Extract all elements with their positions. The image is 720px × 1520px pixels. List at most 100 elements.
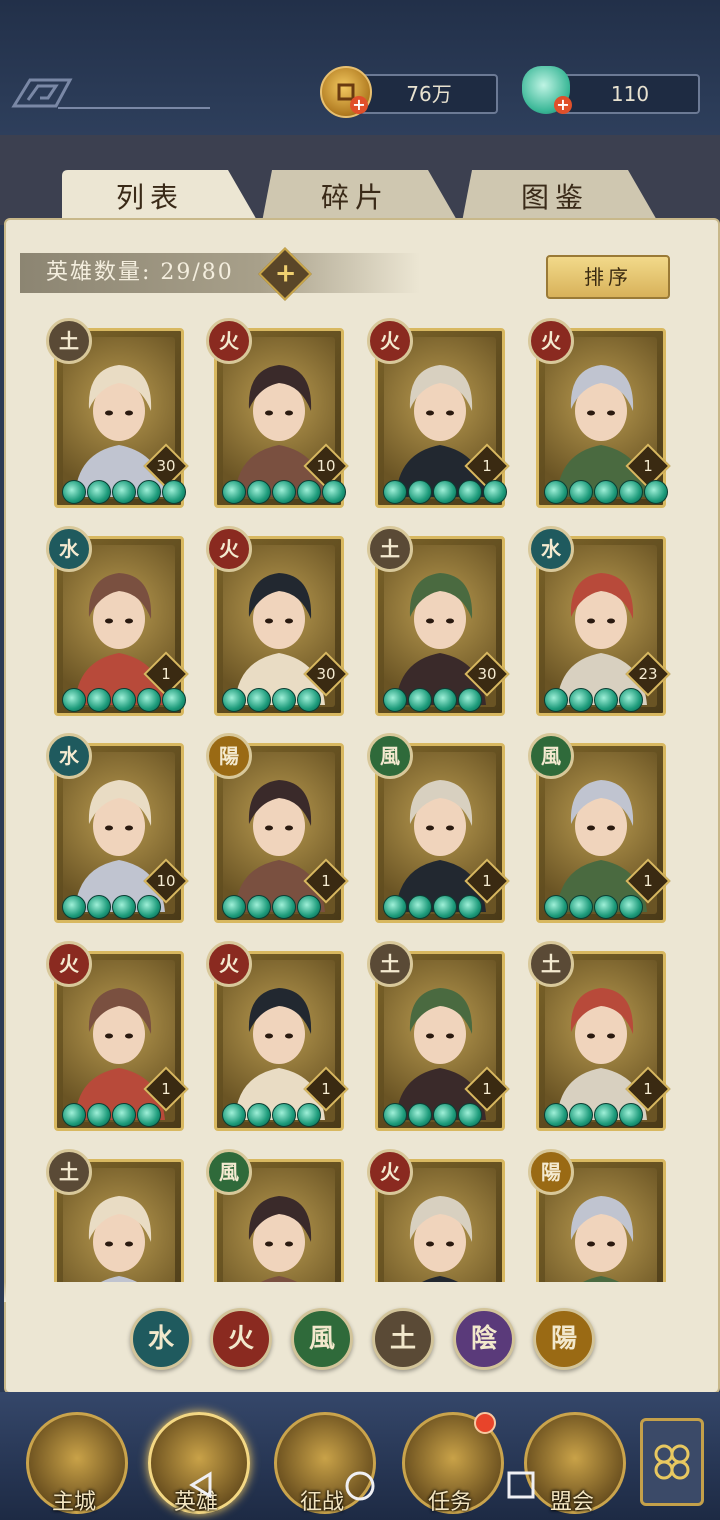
jade-star-icon (162, 480, 186, 504)
tab-list[interactable]: 列表 (62, 170, 238, 222)
jade-star-icon (408, 688, 432, 712)
jade-star-icon (87, 688, 111, 712)
jade-star-icon (247, 480, 271, 504)
element-wind-badge: 風 (206, 1149, 252, 1195)
element-water-badge: 水 (46, 526, 92, 572)
hero-star-rank (544, 688, 643, 712)
task-notification-dot (474, 1412, 496, 1434)
hero-star-rank (383, 1103, 482, 1127)
jade-star-icon (62, 480, 86, 504)
jade-star-icon (222, 1103, 246, 1127)
jade-star-icon (272, 480, 296, 504)
jade-star-icon (87, 480, 111, 504)
jade-star-icon (458, 688, 482, 712)
hero-star-rank (383, 480, 507, 504)
jade-star-icon (383, 688, 407, 712)
hero-star-rank (222, 688, 321, 712)
jade-star-icon (87, 1103, 111, 1127)
jade-star-icon (408, 1103, 432, 1127)
hero-level-value: 1 (643, 872, 653, 890)
jade-star-icon (433, 688, 457, 712)
hero-star-rank (544, 895, 643, 919)
hero-level-value: 1 (161, 1080, 171, 1098)
jade-value: 110 (610, 82, 650, 106)
add-coins-button[interactable]: + (350, 96, 368, 114)
filter-yang-button[interactable]: 陽 (533, 1308, 595, 1370)
jade-star-icon (433, 1103, 457, 1127)
jade-star-icon (569, 480, 593, 504)
plus-icon: + (274, 258, 297, 289)
jade-star-icon (544, 688, 568, 712)
jade-star-icon (619, 480, 643, 504)
jade-star-icon (544, 895, 568, 919)
jade-star-icon (222, 688, 246, 712)
element-fire-badge: 火 (367, 1149, 413, 1195)
element-earth-badge: 土 (367, 941, 413, 987)
filter-earth-button[interactable]: 土 (372, 1308, 434, 1370)
sort-button[interactable]: 排序 (546, 255, 670, 299)
hero-level-value: 1 (321, 1080, 331, 1098)
jade-star-icon (458, 1103, 482, 1127)
jade-star-icon (272, 1103, 296, 1127)
hero-level-value: 1 (161, 665, 171, 683)
jade-star-icon (87, 895, 111, 919)
jade-star-icon (247, 688, 271, 712)
hero-level-value: 30 (477, 665, 497, 683)
jade-star-icon (619, 1103, 643, 1127)
back-triangle-icon[interactable] (186, 1470, 216, 1500)
jade-star-icon (383, 1103, 407, 1127)
jade-star-icon (458, 480, 482, 504)
jade-star-icon (619, 688, 643, 712)
jade-star-icon (137, 895, 161, 919)
hero-count-label: 英雄数量: 29/80 (20, 253, 420, 293)
jade-star-icon (594, 895, 618, 919)
element-fire-badge: 火 (206, 526, 252, 572)
jade-star-icon (322, 480, 346, 504)
jade-star-icon (433, 895, 457, 919)
hero-level-value: 10 (156, 872, 176, 890)
jade-star-icon (594, 1103, 618, 1127)
element-fire-badge: 火 (46, 941, 92, 987)
hero-level-value: 10 (316, 457, 336, 475)
hero-star-rank (62, 688, 186, 712)
filter-fire-button[interactable]: 火 (210, 1308, 272, 1370)
nav-label: 任务 (427, 1490, 472, 1515)
recents-square-icon[interactable] (506, 1470, 536, 1500)
jade-star-icon (594, 480, 618, 504)
filter-wind-button[interactable]: 風 (291, 1308, 353, 1370)
hero-star-rank (62, 480, 186, 504)
hero-level-value: 23 (638, 665, 658, 683)
hero-level-value: 1 (482, 457, 492, 475)
jade-star-icon (569, 688, 593, 712)
jade-star-icon (247, 1103, 271, 1127)
jade-star-icon (272, 688, 296, 712)
jade-star-icon (544, 480, 568, 504)
jade-star-icon (408, 895, 432, 919)
hero-star-rank (544, 1103, 643, 1127)
menu-flower-icon[interactable] (640, 1418, 704, 1506)
jade-star-icon (594, 688, 618, 712)
jade-star-icon (137, 688, 161, 712)
jade-star-icon (458, 895, 482, 919)
jade-star-icon (297, 895, 321, 919)
element-earth-badge: 土 (367, 526, 413, 572)
filter-yin-button[interactable]: 陰 (453, 1308, 515, 1370)
jade-star-icon (433, 480, 457, 504)
coin-counter: 76万 (360, 74, 498, 114)
jade-star-icon (112, 1103, 136, 1127)
hero-level-value: 30 (316, 665, 336, 683)
home-circle-icon[interactable] (344, 1470, 376, 1502)
element-yang-badge: 陽 (528, 1149, 574, 1195)
element-water-badge: 水 (528, 526, 574, 572)
jade-star-icon (569, 1103, 593, 1127)
tab-fragments[interactable]: 碎片 (262, 170, 448, 222)
jade-star-icon (483, 480, 507, 504)
hero-level-value: 1 (321, 872, 331, 890)
jade-star-icon (222, 480, 246, 504)
jade-star-icon (112, 688, 136, 712)
tab-codex[interactable]: 图鉴 (462, 170, 648, 222)
jade-star-icon (297, 688, 321, 712)
filter-water-button[interactable]: 水 (130, 1308, 192, 1370)
jade-counter: 110 (560, 74, 700, 114)
add-jade-button[interactable]: + (554, 96, 572, 114)
